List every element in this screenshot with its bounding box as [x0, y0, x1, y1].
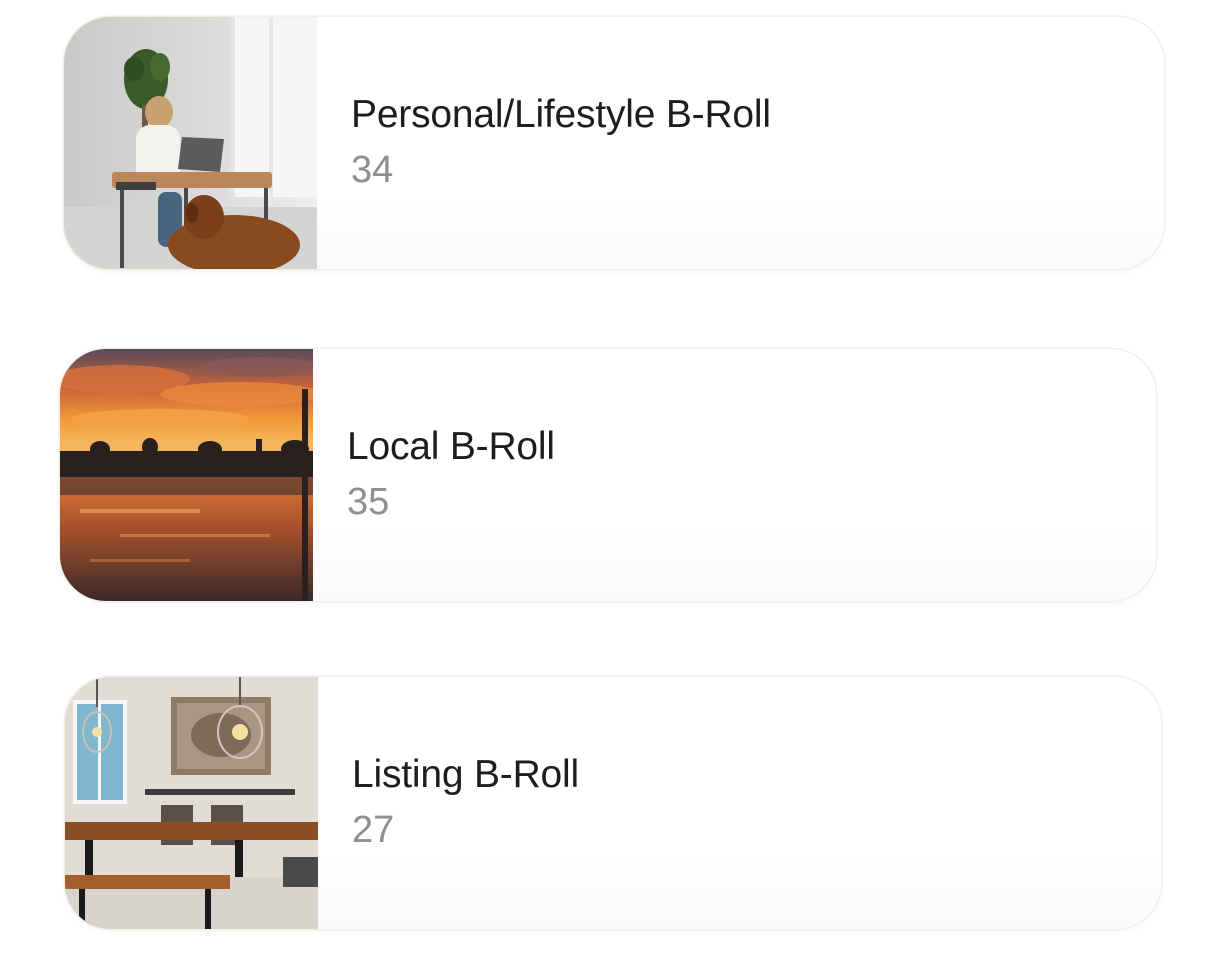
album-count: 27	[352, 809, 395, 851]
album-count: 35	[347, 481, 390, 523]
album-info: Local B-Roll 35	[347, 423, 555, 525]
album-thumbnail-sunset	[60, 349, 313, 601]
album-card-listing[interactable]: Listing B-Roll 27	[65, 677, 1161, 929]
album-thumbnail-dining-room	[65, 677, 318, 929]
album-card-personal-lifestyle[interactable]: Personal/Lifestyle B-Roll 34	[64, 17, 1164, 269]
album-title: Personal/Lifestyle B-Roll	[351, 93, 771, 136]
album-title: Listing B-Roll	[352, 753, 579, 796]
album-info: Listing B-Roll 27	[352, 751, 579, 853]
album-title: Local B-Roll	[347, 425, 555, 468]
album-list: Personal/Lifestyle B-Roll 34 Local B-Rol…	[0, 0, 1222, 969]
album-card-local[interactable]: Local B-Roll 35	[60, 349, 1156, 601]
album-thumbnail-home-office	[64, 17, 317, 269]
album-count: 34	[351, 149, 394, 191]
album-info: Personal/Lifestyle B-Roll 34	[351, 91, 771, 193]
